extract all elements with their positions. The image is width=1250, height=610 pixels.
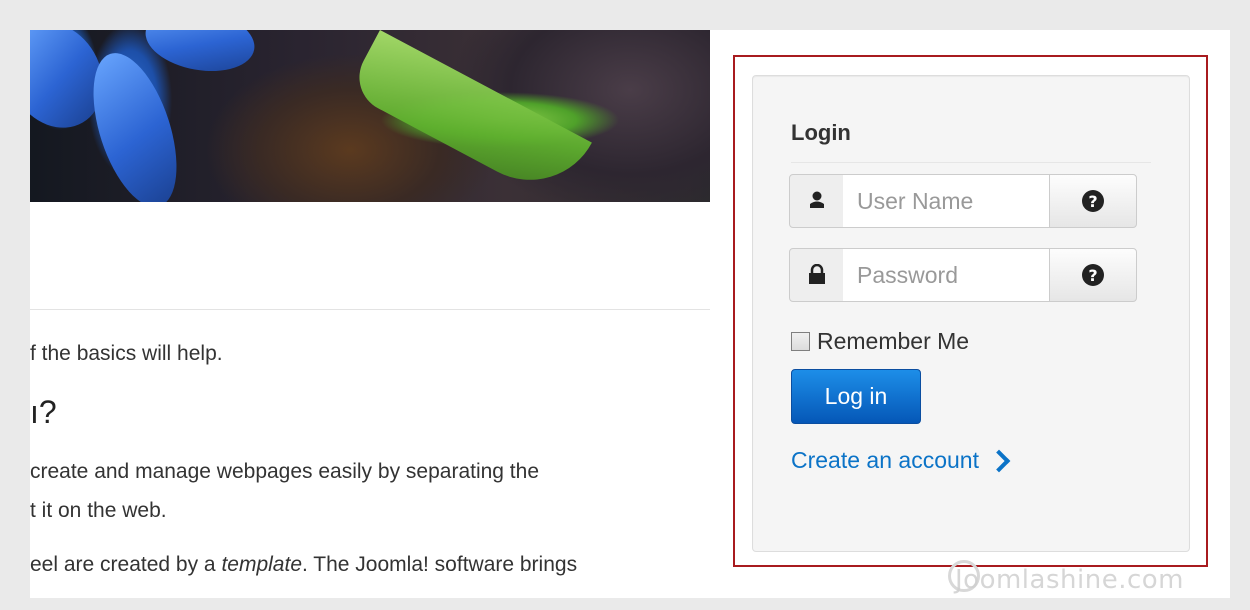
- content-divider: [30, 309, 710, 310]
- article-text-emphasis: template: [221, 553, 302, 576]
- hero-petal-shape: [140, 30, 260, 80]
- highlight-frame: [733, 55, 1208, 567]
- article-text-segment: . The Joomla! software brings: [302, 553, 578, 576]
- article-text-line: f the basics will help.: [30, 342, 223, 365]
- article-text-line: eel are created by a template. The Jooml…: [30, 553, 577, 577]
- article-text-line: t it on the web.: [30, 499, 167, 522]
- article-text-segment: eel are created by a: [30, 553, 222, 576]
- watermark-text: Joomlashine.com: [955, 565, 1184, 595]
- hero-leaf-shape: [347, 30, 592, 202]
- hero-image: [30, 30, 710, 202]
- article-text-line: create and manage webpages easily by sep…: [30, 460, 540, 483]
- article-heading: ı?: [30, 394, 57, 430]
